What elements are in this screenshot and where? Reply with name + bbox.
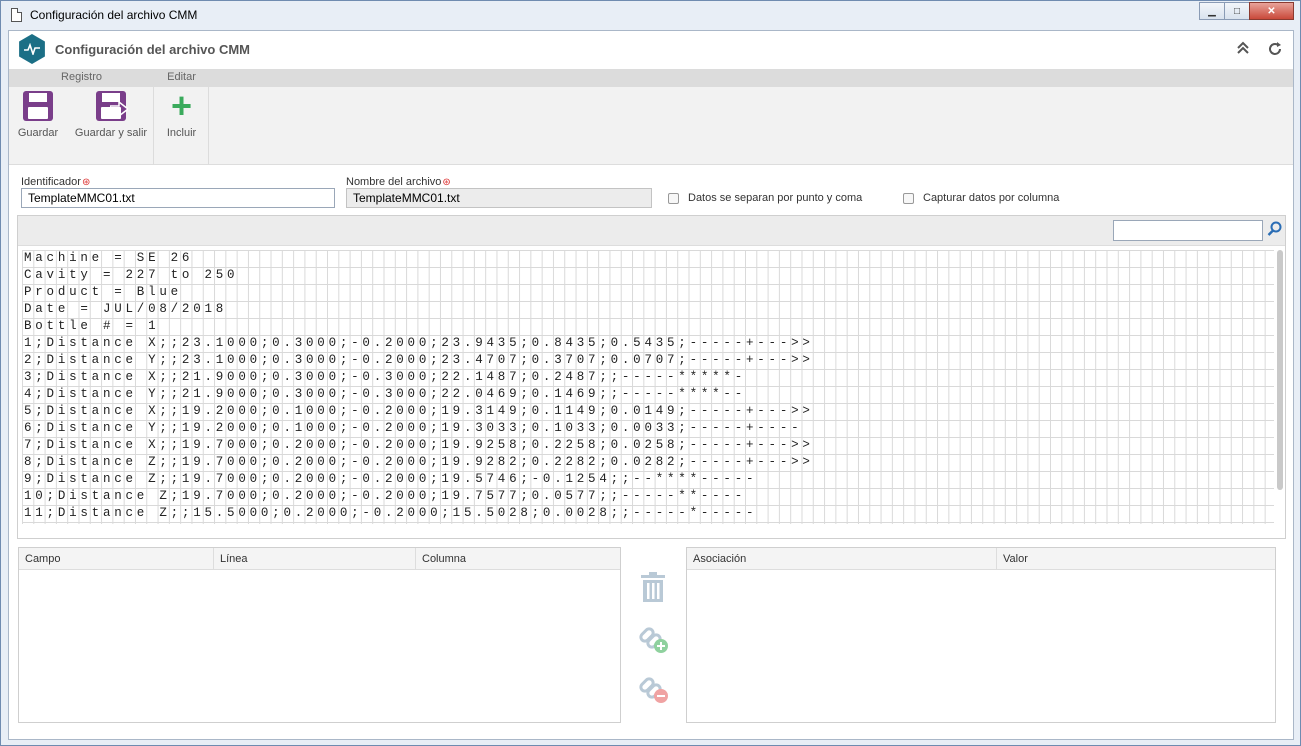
minimize-button[interactable]: ▁ <box>1199 2 1225 20</box>
header-actions <box>1237 41 1283 61</box>
column-header-asociacion[interactable]: Asociación <box>687 548 997 569</box>
search-icon[interactable] <box>1267 221 1283 237</box>
page-title: Configuración del archivo CMM <box>55 42 251 57</box>
grid-line: 5;Distance X;;19.2000;0.1000;-0.2000;19.… <box>24 404 814 418</box>
required-icon: ⊛ <box>442 177 451 188</box>
window: Configuración del archivo CMM ▁ □ ✕ Conf… <box>0 0 1301 746</box>
ribbon-group-label: Registro <box>61 71 102 83</box>
save-exit-icon <box>96 91 128 121</box>
refresh-icon[interactable] <box>1267 41 1283 61</box>
capturar-columna-label: Capturar datos por columna <box>923 192 1060 204</box>
required-icon: ⊛ <box>81 177 91 188</box>
grid-line: 1;Distance X;;23.1000;0.3000;-0.2000;23.… <box>24 336 814 350</box>
save-and-exit-button[interactable]: Guardar y salir <box>69 91 153 139</box>
window-title: Configuración del archivo CMM <box>30 8 198 22</box>
grid-line: 4;Distance Y;;21.9000;0.3000;-0.3000;22.… <box>24 387 746 401</box>
column-header-linea[interactable]: Línea <box>214 548 416 569</box>
grid-line: 6;Distance Y;;19.2000;0.1000;-0.2000;19.… <box>24 421 803 435</box>
grid-line: 11;Distance Z;;15.5000;0.2000;-0.2000;15… <box>24 506 758 520</box>
ribbon-group-editar: Editar + Incluir <box>154 69 209 165</box>
trash-icon[interactable] <box>637 572 669 604</box>
association-actions <box>633 572 673 722</box>
link-remove-icon[interactable] <box>637 672 669 704</box>
app-logo-icon <box>19 34 45 64</box>
column-header-columna[interactable]: Columna <box>416 548 620 569</box>
association-table: Asociación Valor <box>686 547 1276 723</box>
grid-line: Machine = SE 26 <box>24 251 194 265</box>
close-button[interactable]: ✕ <box>1249 2 1294 20</box>
collapse-icon[interactable] <box>1237 41 1249 61</box>
file-grid-panel: Machine = SE 26 Cavity = 227 to 250 Produc… <box>17 215 1286 539</box>
punto-coma-label: Datos se separan por punto y coma <box>688 192 863 204</box>
grid-line: Product = Blue <box>24 285 182 299</box>
ribbon-group-registro: Registro Guardar Guardar y salir <box>9 69 154 165</box>
grid-line: 2;Distance Y;;23.1000;0.3000;-0.2000;23.… <box>24 353 814 367</box>
file-content-grid[interactable]: Machine = SE 26 Cavity = 227 to 250 Produc… <box>22 250 1274 524</box>
capturar-columna-checkbox[interactable]: Capturar datos por columna <box>903 192 1059 204</box>
horizontal-scrollbar[interactable] <box>22 530 1274 536</box>
punto-coma-checkbox[interactable]: Datos se separan por punto y coma <box>668 192 862 204</box>
field-mapping-table: Campo Línea Columna <box>18 547 621 723</box>
grid-line: 3;Distance X;;21.9000;0.3000;-0.3000;22.… <box>24 370 746 384</box>
document-icon <box>11 8 22 22</box>
checkbox-box[interactable] <box>903 192 914 204</box>
identificador-label: Identificador⊛ <box>21 176 90 188</box>
app-header: Configuración del archivo CMM <box>9 31 1293 69</box>
plus-icon: + <box>170 85 193 126</box>
grid-line: Bottle # = 1 <box>24 319 160 333</box>
nombre-archivo-label-text: Nombre del archivo <box>346 176 442 188</box>
nombre-archivo-input <box>346 188 652 208</box>
grid-line: 7;Distance X;;19.7000;0.2000;-0.2000;19.… <box>24 438 814 452</box>
grid-line: Cavity = 227 to 250 <box>24 268 239 282</box>
window-controls: ▁ □ ✕ <box>1199 2 1294 20</box>
grid-line: 9;Distance Z;;19.7000;0.2000;-0.2000;19.… <box>24 472 758 486</box>
column-header-valor[interactable]: Valor <box>997 548 1275 569</box>
checkbox-box[interactable] <box>668 192 679 204</box>
save-and-exit-label: Guardar y salir <box>74 127 148 139</box>
ribbon-group-label: Editar <box>167 71 196 83</box>
client-area: Configuración del archivo CMM Registro G… <box>8 30 1294 740</box>
grid-line: 10;Distance Z;19.7000;0.2000;-0.2000;19.… <box>24 489 746 503</box>
maximize-button[interactable]: □ <box>1224 2 1250 20</box>
table-header: Asociación Valor <box>687 548 1275 570</box>
table-header: Campo Línea Columna <box>19 548 620 570</box>
grid-line: 8;Distance Z;;19.7000;0.2000;-0.2000;19.… <box>24 455 814 469</box>
ribbon-toolbar: Registro Guardar Guardar y salir Editar … <box>9 69 1293 165</box>
floppy-disk-icon <box>23 91 53 121</box>
nombre-archivo-label: Nombre del archivo⊛ <box>346 176 451 188</box>
grid-toolbar <box>18 216 1285 246</box>
title-bar: Configuración del archivo CMM ▁ □ ✕ <box>1 1 1300 29</box>
identificador-label-text: Identificador <box>21 176 81 188</box>
grid-line: Date = JUL/08/2018 <box>24 302 228 316</box>
grid-search-input[interactable] <box>1113 220 1263 241</box>
vertical-scrollbar[interactable] <box>1277 250 1283 490</box>
save-button-label: Guardar <box>17 127 59 139</box>
column-header-campo[interactable]: Campo <box>19 548 214 569</box>
identificador-input[interactable] <box>21 188 335 208</box>
save-button[interactable]: Guardar <box>14 91 62 139</box>
include-button-label: Incluir <box>166 127 197 139</box>
include-button[interactable]: + Incluir <box>159 85 204 140</box>
link-add-icon[interactable] <box>637 622 669 654</box>
